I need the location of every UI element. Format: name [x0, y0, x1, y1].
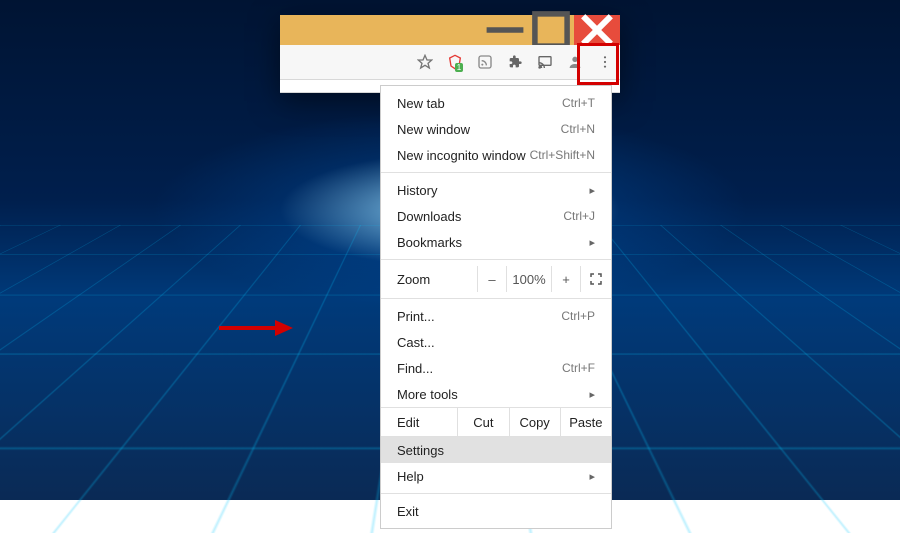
menu-label: Help: [397, 469, 424, 484]
menu-shortcut: Ctrl+F: [562, 361, 595, 375]
menu-separator: [381, 298, 611, 299]
menu-label: New incognito window: [397, 148, 526, 163]
bookmark-star-icon[interactable]: [416, 53, 434, 71]
menu-help[interactable]: Help ▸: [381, 463, 611, 489]
edit-label: Edit: [381, 408, 457, 436]
menu-separator: [381, 172, 611, 173]
submenu-arrow-icon: ▸: [589, 388, 595, 401]
menu-settings[interactable]: Settings: [381, 437, 611, 463]
menu-new-incognito[interactable]: New incognito window Ctrl+Shift+N: [381, 142, 611, 168]
chrome-main-menu: New tab Ctrl+T New window Ctrl+N New incog…: [380, 85, 612, 529]
menu-label: New window: [397, 122, 470, 137]
menu-cast[interactable]: Cast...: [381, 329, 611, 355]
brave-shield-icon[interactable]: 1: [446, 53, 464, 71]
menu-shortcut: Ctrl+T: [562, 96, 595, 110]
menu-new-tab[interactable]: New tab Ctrl+T: [381, 90, 611, 116]
menu-label: Zoom: [381, 272, 446, 287]
edit-copy-button[interactable]: Copy: [509, 408, 560, 436]
menu-find[interactable]: Find... Ctrl+F: [381, 355, 611, 381]
close-button[interactable]: [574, 15, 620, 45]
edit-paste-button[interactable]: Paste: [560, 408, 611, 436]
menu-label: More tools: [397, 387, 458, 402]
edit-cut-button[interactable]: Cut: [457, 408, 508, 436]
menu-separator: [381, 259, 611, 260]
menu-label: Cast...: [397, 335, 435, 350]
menu-label: Print...: [397, 309, 435, 324]
menu-label: Downloads: [397, 209, 461, 224]
menu-shortcut: Ctrl+P: [561, 309, 595, 323]
menu-more-tools[interactable]: More tools ▸: [381, 381, 611, 407]
menu-print[interactable]: Print... Ctrl+P: [381, 303, 611, 329]
menu-downloads[interactable]: Downloads Ctrl+J: [381, 203, 611, 229]
highlight-box-menu-button: [577, 43, 619, 85]
zoom-in-button[interactable]: +: [551, 266, 580, 292]
menu-history[interactable]: History ▸: [381, 177, 611, 203]
cast-icon[interactable]: [536, 53, 554, 71]
menu-zoom-row: Zoom – 100% +: [381, 264, 611, 294]
minimize-button[interactable]: [482, 15, 528, 45]
browser-window: 1 New tabCtrl+T New windowCtrl+N New inc…: [280, 15, 620, 93]
menu-shortcut: Ctrl+Shift+N: [530, 148, 595, 162]
menu-label: Bookmarks: [397, 235, 462, 250]
submenu-arrow-icon: ▸: [589, 236, 595, 249]
zoom-out-button[interactable]: –: [477, 266, 506, 292]
menu-edit-row: Edit Cut Copy Paste: [381, 407, 611, 437]
menu-label: New tab: [397, 96, 445, 111]
menu-shortcut: Ctrl+J: [563, 209, 595, 223]
submenu-arrow-icon: ▸: [589, 184, 595, 197]
fullscreen-button[interactable]: [580, 266, 611, 292]
menu-new-window[interactable]: New window Ctrl+N: [381, 116, 611, 142]
menu-label: Exit: [397, 504, 419, 519]
rss-icon[interactable]: [476, 53, 494, 71]
menu-bookmarks[interactable]: Bookmarks ▸: [381, 229, 611, 255]
window-titlebar: [280, 15, 620, 45]
menu-exit[interactable]: Exit: [381, 498, 611, 524]
submenu-arrow-icon: ▸: [589, 470, 595, 483]
extensions-puzzle-icon[interactable]: [506, 53, 524, 71]
menu-label: Settings: [397, 443, 444, 458]
zoom-value: 100%: [506, 266, 551, 292]
menu-separator: [381, 493, 611, 494]
browser-toolbar: 1: [280, 45, 620, 80]
annotation-arrow-icon: [215, 317, 295, 342]
menu-label: History: [397, 183, 437, 198]
maximize-button[interactable]: [528, 15, 574, 45]
menu-shortcut: Ctrl+N: [561, 122, 595, 136]
menu-label: Find...: [397, 361, 433, 376]
